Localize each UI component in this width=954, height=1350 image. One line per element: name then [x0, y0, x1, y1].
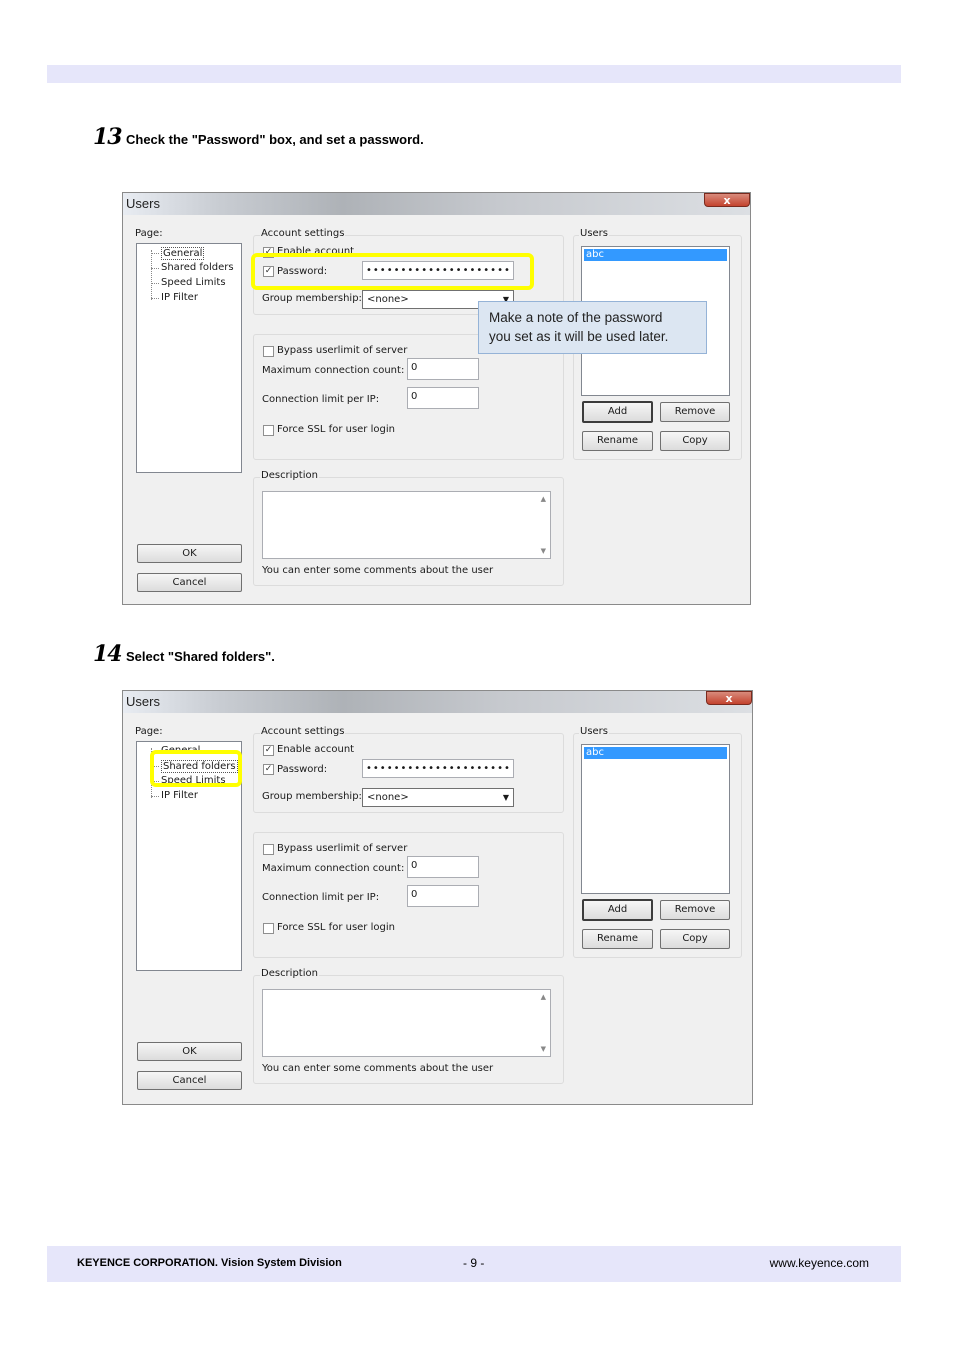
users-dialog-step13: Users x Page: General Shared folders Spe… [122, 192, 751, 605]
tree-item-general[interactable]: General [161, 247, 205, 260]
ok-button[interactable]: OK [137, 544, 242, 563]
tree-dash [151, 796, 159, 797]
step-13: 13 Check the "Password" box, and set a p… [93, 124, 424, 150]
users-label: Users [579, 228, 610, 239]
footer-page-number: - 9 - [463, 1256, 485, 1270]
max-conn-input[interactable]: 0 [407, 358, 479, 380]
users-dialog-step14: Users x Page: General Shared folders Spe… [122, 690, 753, 1105]
page-label: Page: [135, 726, 163, 737]
tree-item-speed-limits[interactable]: Speed Limits [161, 277, 226, 288]
add-button[interactable]: Add [582, 401, 653, 423]
cancel-button[interactable]: Cancel [137, 1071, 242, 1090]
scroll-down-icon[interactable]: ▼ [541, 547, 546, 555]
force-ssl-label: Force SSL for user login [277, 922, 395, 933]
rename-button[interactable]: Rename [582, 929, 653, 949]
callout-line-2: you set as it will be used later. [489, 329, 669, 344]
title-bar: Users x [123, 193, 750, 215]
header-band [47, 65, 901, 83]
user-item-abc[interactable]: abc [584, 747, 727, 759]
account-settings-label: Account settings [260, 726, 346, 737]
dialog-title: Users [126, 196, 160, 211]
force-ssl-checkbox[interactable] [263, 923, 274, 934]
bypass-checkbox[interactable] [263, 346, 274, 357]
cancel-button[interactable]: Cancel [137, 573, 242, 592]
password-callout: Make a note of the password you set as i… [478, 301, 707, 354]
password-label: Password: [277, 764, 328, 775]
footer-company: KEYENCE CORPORATION. Vision System Divis… [77, 1257, 342, 1269]
password-checkbox[interactable]: ✓ [263, 764, 274, 775]
max-conn-label: Maximum connection count: [262, 365, 405, 376]
conn-limit-label: Connection limit per IP: [262, 394, 380, 405]
close-button[interactable]: x [704, 193, 750, 207]
enable-account-checkbox[interactable]: ✓ [263, 745, 274, 756]
group-membership-label: Group membership: [262, 791, 362, 802]
enable-account-label: Enable account [277, 744, 355, 755]
password-highlight [251, 253, 534, 290]
tree-dash [151, 298, 159, 299]
tree-dash [151, 253, 159, 254]
description-label: Description [260, 470, 319, 481]
conn-limit-input[interactable]: 0 [407, 885, 479, 907]
group-membership-value: <none> [367, 792, 409, 803]
group-membership-select[interactable]: <none> ▼ [362, 788, 514, 807]
user-item-abc[interactable]: abc [584, 249, 727, 261]
description-hint: You can enter some comments about the us… [262, 565, 494, 576]
scroll-up-icon[interactable]: ▲ [541, 993, 546, 1001]
step-instruction: Select "Shared folders". [126, 649, 275, 664]
copy-button[interactable]: Copy [660, 929, 730, 949]
add-button[interactable]: Add [582, 899, 653, 921]
tree-dash [151, 268, 159, 269]
password-input[interactable]: ••••••••••••••••••••• [362, 759, 514, 778]
callout-line-1: Make a note of the password [489, 310, 663, 325]
tree-item-ip-filter[interactable]: IP Filter [161, 292, 198, 303]
dialog-title: Users [126, 694, 160, 709]
force-ssl-checkbox[interactable] [263, 425, 274, 436]
conn-limit-input[interactable]: 0 [407, 387, 479, 409]
group-membership-value: <none> [367, 294, 409, 305]
page-label: Page: [135, 228, 163, 239]
page-tree: General Shared folders Speed Limits IP F… [136, 243, 242, 473]
description-hint: You can enter some comments about the us… [262, 1063, 494, 1074]
users-listbox[interactable]: abc [581, 744, 730, 894]
ok-button[interactable]: OK [137, 1042, 242, 1061]
remove-button[interactable]: Remove [660, 402, 730, 422]
step-14: 14 Select "Shared folders". [93, 641, 275, 667]
conn-limit-label: Connection limit per IP: [262, 892, 380, 903]
scroll-down-icon[interactable]: ▼ [541, 1045, 546, 1053]
footer-website-link[interactable]: www.keyence.com [770, 1256, 869, 1270]
close-button[interactable]: x [706, 691, 752, 705]
description-label: Description [260, 968, 319, 979]
max-conn-input[interactable]: 0 [407, 856, 479, 878]
description-textarea[interactable]: ▲ ▼ [262, 491, 551, 559]
max-conn-label: Maximum connection count: [262, 863, 405, 874]
copy-button[interactable]: Copy [660, 431, 730, 451]
shared-folders-highlight [150, 750, 242, 787]
tree-dash [151, 283, 159, 284]
remove-button[interactable]: Remove [660, 900, 730, 920]
step-instruction: Check the "Password" box, and set a pass… [126, 132, 424, 147]
group-membership-label: Group membership: [262, 293, 362, 304]
title-bar: Users x [123, 691, 752, 713]
step-number: 14 [93, 641, 123, 667]
tree-item-ip-filter[interactable]: IP Filter [161, 790, 198, 801]
bypass-label: Bypass userlimit of server [277, 345, 408, 356]
tree-item-shared-folders[interactable]: Shared folders [161, 262, 234, 273]
tree-line [151, 250, 152, 300]
footer: KEYENCE CORPORATION. Vision System Divis… [47, 1246, 901, 1282]
force-ssl-label: Force SSL for user login [277, 424, 395, 435]
close-icon: x [723, 194, 731, 207]
close-icon: x [725, 692, 733, 705]
rename-button[interactable]: Rename [582, 431, 653, 451]
scroll-up-icon[interactable]: ▲ [541, 495, 546, 503]
users-label: Users [579, 726, 610, 737]
account-settings-label: Account settings [260, 228, 346, 239]
bypass-checkbox[interactable] [263, 844, 274, 855]
chevron-down-icon: ▼ [502, 793, 509, 802]
bypass-label: Bypass userlimit of server [277, 843, 408, 854]
step-number: 13 [93, 124, 123, 150]
description-textarea[interactable]: ▲ ▼ [262, 989, 551, 1057]
